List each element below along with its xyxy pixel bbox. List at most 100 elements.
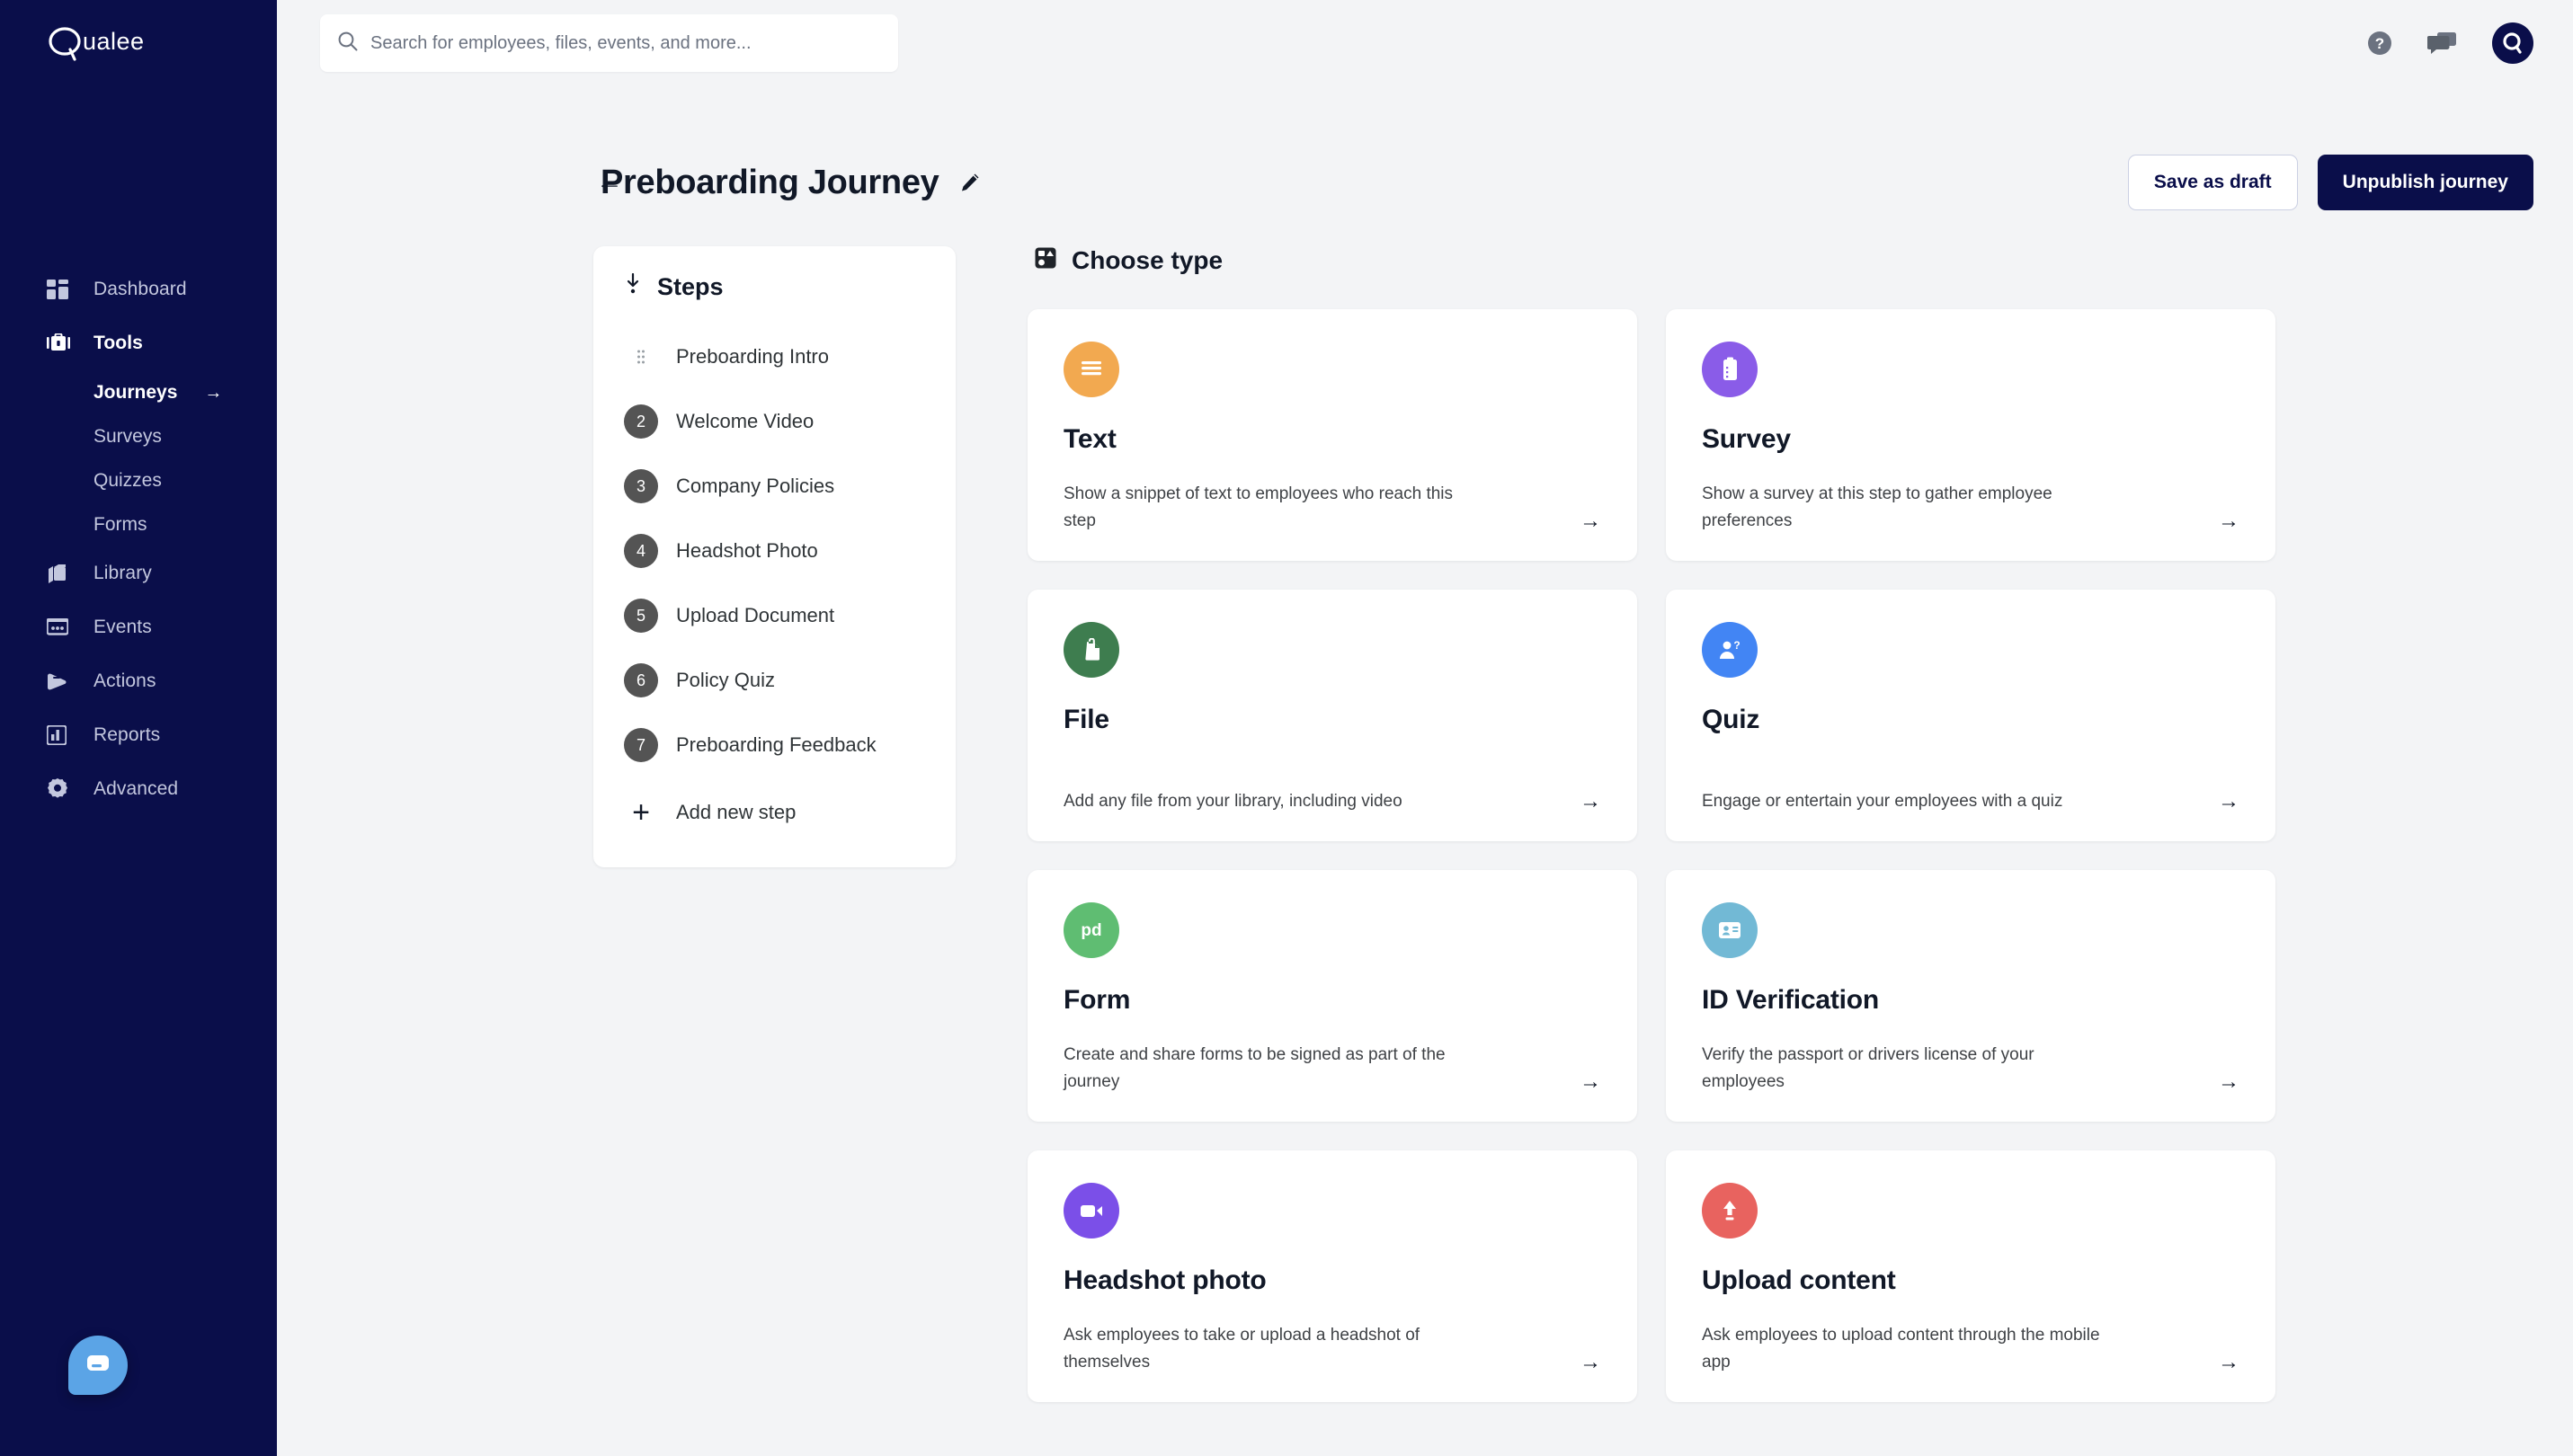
calendar-events-icon <box>47 616 74 639</box>
chat-support-button[interactable] <box>68 1336 128 1395</box>
step-number-badge: 4 <box>624 534 658 568</box>
sidebar-subitem-label: Forms <box>93 514 147 536</box>
step-item-upload-document[interactable]: 5 Upload Document <box>593 583 956 648</box>
step-item-preboarding-feedback[interactable]: 7 Preboarding Feedback <box>593 713 956 777</box>
app-root: ualee Dashboard Tools Journeys <box>0 0 2573 1456</box>
type-card-title: Survey <box>1702 424 2239 455</box>
type-card-id-verification[interactable]: ID Verification Verify the passport or d… <box>1666 870 2275 1122</box>
top-bar: ? <box>277 0 2573 86</box>
video-camera-icon <box>1064 1183 1119 1238</box>
sidebar-item-surveys[interactable]: Surveys <box>0 414 277 458</box>
pencil-edit-icon[interactable] <box>959 172 981 193</box>
sidebar-item-tools[interactable]: Tools <box>0 316 277 370</box>
pandadoc-pd-icon: pd <box>1064 902 1119 958</box>
arrow-right-icon[interactable]: → <box>1580 791 1601 814</box>
type-card-description: Show a snippet of text to employees who … <box>1064 481 1477 534</box>
choose-type-header: Choose type <box>1028 246 2286 275</box>
svg-text:ualee: ualee <box>83 28 145 55</box>
sidebar-nav: Dashboard Tools Journeys → Surveys Quizz… <box>0 262 277 816</box>
sidebar-item-reports[interactable]: Reports <box>0 708 277 762</box>
type-card-upload-content[interactable]: Upload content Ask employees to upload c… <box>1666 1150 2275 1402</box>
step-item-company-policies[interactable]: 3 Company Policies <box>593 454 956 519</box>
type-card-description: Show a survey at this step to gather emp… <box>1702 481 2115 534</box>
sidebar-item-label: Reports <box>93 724 160 746</box>
type-card-file[interactable]: File Add any file from your library, inc… <box>1028 590 1637 841</box>
step-number-badge: 3 <box>624 469 658 503</box>
type-card-text[interactable]: Text Show a snippet of text to employees… <box>1028 309 1637 561</box>
books-icon <box>47 562 74 585</box>
sidebar-item-label: Events <box>93 617 152 638</box>
back-button[interactable]: ← <box>596 169 623 196</box>
arrow-right-icon[interactable]: → <box>2218 1352 2239 1375</box>
chat-message-icon <box>85 1352 111 1380</box>
app-logo[interactable]: ualee <box>0 0 277 93</box>
sidebar-item-actions[interactable]: Actions <box>0 654 277 708</box>
sidebar-item-label: Dashboard <box>93 279 187 300</box>
global-search[interactable] <box>320 14 898 72</box>
step-item-headshot-photo[interactable]: 4 Headshot Photo <box>593 519 956 583</box>
step-number-badge: 7 <box>624 728 658 762</box>
help-circle-icon[interactable]: ? <box>2366 30 2393 57</box>
bar-chart-icon <box>47 724 74 747</box>
type-card-description: Verify the passport or drivers license o… <box>1702 1042 2115 1095</box>
type-card-headshot-photo[interactable]: Headshot photo Ask employees to take or … <box>1028 1150 1637 1402</box>
user-avatar-qualee-icon[interactable] <box>2492 22 2533 64</box>
arrow-right-icon[interactable]: → <box>2218 510 2239 534</box>
top-bar-actions: ? <box>2366 0 2533 86</box>
search-input[interactable] <box>370 33 880 54</box>
type-card-description: Ask employees to upload content through … <box>1702 1322 2115 1375</box>
arrow-right-icon[interactable]: → <box>2218 791 2239 814</box>
actions-icon <box>47 670 74 693</box>
type-card-form[interactable]: pd Form Create and share forms to be sig… <box>1028 870 1637 1122</box>
steps-panel-header: Steps <box>593 273 956 301</box>
step-item-label: Policy Quiz <box>676 669 775 692</box>
step-item-label: Preboarding Feedback <box>676 733 877 757</box>
step-item-policy-quiz[interactable]: 6 Policy Quiz <box>593 648 956 713</box>
step-item-welcome-video[interactable]: 2 Welcome Video <box>593 389 956 454</box>
type-card-description: Create and share forms to be signed as p… <box>1064 1042 1477 1095</box>
upload-arrow-icon <box>1702 1183 1758 1238</box>
type-card-survey[interactable]: Survey Show a survey at this step to gat… <box>1666 309 2275 561</box>
steps-panel: Steps Preboarding Intro 2 Welcome Video … <box>593 246 956 867</box>
add-new-step-button[interactable]: + Add new step <box>593 783 956 842</box>
sidebar-item-quizzes[interactable]: Quizzes <box>0 458 277 502</box>
type-card-title: Form <box>1064 985 1601 1016</box>
step-item-preboarding-intro[interactable]: Preboarding Intro <box>593 324 956 389</box>
type-card-quiz[interactable]: ? Quiz Engage or entertain your employee… <box>1666 590 2275 841</box>
sidebar-item-forms[interactable]: Forms <box>0 502 277 546</box>
steps-panel-title: Steps <box>657 273 724 301</box>
sidebar-subitem-label: Quizzes <box>93 470 162 492</box>
type-card-title: Quiz <box>1702 705 2239 735</box>
unpublish-journey-button[interactable]: Unpublish journey <box>2318 155 2533 210</box>
sidebar-subitem-label: Surveys <box>93 426 162 448</box>
arrow-right-icon[interactable]: → <box>2218 1071 2239 1095</box>
step-item-label: Welcome Video <box>676 410 814 433</box>
arrow-right-icon: → <box>204 384 222 402</box>
arrow-down-dot-icon <box>624 273 642 301</box>
gear-icon <box>47 777 74 801</box>
step-item-label: Preboarding Intro <box>676 345 829 368</box>
sidebar-item-journeys[interactable]: Journeys → <box>0 370 277 414</box>
sidebar-item-dashboard[interactable]: Dashboard <box>0 262 277 316</box>
step-number-badge: 2 <box>624 404 658 439</box>
arrow-right-icon[interactable]: → <box>1580 510 1601 534</box>
step-item-label: Upload Document <box>676 604 834 627</box>
step-number-badge: 6 <box>624 663 658 697</box>
type-card-title: Text <box>1064 424 1601 455</box>
sidebar-item-advanced[interactable]: Advanced <box>0 762 277 816</box>
chat-bubbles-icon[interactable] <box>2427 31 2458 56</box>
arrow-right-icon[interactable]: → <box>1580 1071 1601 1095</box>
type-card-title: ID Verification <box>1702 985 2239 1016</box>
sidebar-item-events[interactable]: Events <box>0 600 277 654</box>
sidebar-item-label: Advanced <box>93 778 178 800</box>
briefcase-icon <box>47 332 74 355</box>
arrow-right-icon[interactable]: → <box>1580 1352 1601 1375</box>
save-as-draft-button[interactable]: Save as draft <box>2128 155 2298 210</box>
content-area: Steps Preboarding Intro 2 Welcome Video … <box>277 221 2573 1402</box>
svg-text:?: ? <box>2375 35 2384 52</box>
plus-icon: + <box>624 797 658 828</box>
sidebar-item-library[interactable]: Library <box>0 546 277 600</box>
page-header: ← Preboarding Journey Save as draft Unpu… <box>277 144 2573 221</box>
drag-handle-icon[interactable] <box>624 340 658 374</box>
page-header-actions: Save as draft Unpublish journey <box>2128 155 2533 210</box>
